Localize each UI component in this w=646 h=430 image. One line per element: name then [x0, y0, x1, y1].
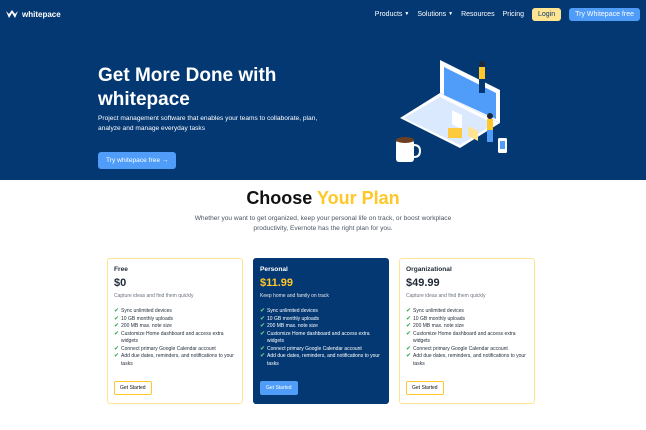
feature-text: Connect primary Google Calendar account: [121, 345, 216, 352]
check-icon: ✔: [406, 315, 412, 322]
plan-name: Organizational: [406, 266, 452, 273]
plan-price: $11.99: [260, 277, 294, 289]
feature-text: 200 MB max. note size: [121, 323, 172, 329]
hero-title: Get More Done with whitepace: [98, 65, 277, 110]
feature-text: 10 GB monthly uploads: [413, 315, 466, 322]
feature-list: ✔ Sync unlimited devices ✔ 10 GB monthly u…: [406, 308, 528, 368]
brand-name: whitepace: [22, 9, 61, 19]
list-item: ✔ Add due dates, reminders, and notificat…: [406, 353, 528, 368]
nav-resources[interactable]: Resources: [461, 11, 494, 18]
feature-text: Sync unlimited devices: [121, 308, 172, 314]
list-item: ✔ 200 MB max. note size: [114, 323, 236, 331]
check-icon: ✔: [260, 353, 266, 359]
feature-text: Sync unlimited devices: [413, 308, 464, 314]
check-icon: ✔: [406, 323, 412, 329]
feature-list: ✔ Sync unlimited devices ✔ 10 GB monthly u…: [114, 308, 236, 368]
login-button[interactable]: Login: [531, 7, 562, 21]
feature-text: Customize Home dashboard and access extr…: [267, 330, 370, 345]
feature-text: Customize Home dashboard and access extr…: [413, 330, 516, 345]
list-item: ✔ Sync unlimited devices: [260, 308, 382, 316]
feature-text: Add due dates, reminders, and notificati…: [267, 353, 380, 367]
list-item: ✔ Connect primary Google Calendar account: [260, 346, 382, 354]
list-item: ✔ Sync unlimited devices: [114, 308, 236, 316]
chevron-down-icon: ▼: [448, 11, 454, 17]
list-item: ✔ 10 GB monthly uploads: [406, 316, 528, 324]
nav-products-label: Products: [374, 10, 403, 18]
top-nav: whitepace Products ▼ Solutions ▼ Resourc…: [0, 0, 646, 28]
nav-pricing-label: Pricing: [502, 10, 524, 18]
plan-price: $0: [114, 277, 127, 289]
plans-title-accent: Your Plan: [317, 188, 400, 208]
plans-title: Choose Your Plan: [0, 188, 646, 209]
feature-text: Connect primary Google Calendar account: [267, 345, 362, 352]
chevron-down-icon: ▼: [404, 11, 410, 17]
plans-title-main: Choose: [246, 188, 317, 208]
check-icon: ✔: [260, 315, 266, 322]
nav-menu: Products ▼ Solutions ▼ Resources Pricing…: [375, 7, 640, 21]
feature-text: Customize Home dashboard and access extr…: [121, 330, 224, 345]
brand-logo[interactable]: whitepace: [6, 9, 61, 19]
list-item: ✔ 10 GB monthly uploads: [260, 316, 382, 324]
plan-name: Free: [114, 266, 128, 273]
feature-text: 200 MB max. note size: [267, 323, 318, 329]
nav-products[interactable]: Products ▼: [375, 11, 410, 18]
check-icon: ✔: [260, 308, 266, 314]
get-started-button[interactable]: Get Started: [406, 381, 444, 395]
check-icon: ✔: [114, 308, 120, 314]
hero-description: Project management software that enables…: [98, 115, 318, 132]
feature-list: ✔ Sync unlimited devices ✔ 10 GB monthly u…: [260, 308, 382, 368]
list-item: ✔ Add due dates, reminders, and notificat…: [260, 353, 382, 368]
list-item: ✔ Add due dates, reminders, and notificat…: [114, 353, 236, 368]
check-icon: ✔: [114, 353, 120, 359]
check-icon: ✔: [260, 345, 266, 352]
hero-section: Get More Done with whitepace Project man…: [0, 28, 646, 180]
get-started-button[interactable]: Get Started: [260, 381, 298, 395]
list-item: ✔ Customize Home dashboard and access ext…: [114, 331, 236, 346]
try-free-nav-button[interactable]: Try Whitepace free: [569, 7, 640, 21]
get-started-button[interactable]: Get Started: [114, 381, 152, 395]
plan-price: $49.99: [406, 277, 440, 289]
plans-subtitle: Whether you want to get organized, keep …: [194, 215, 452, 232]
feature-text: 200 MB max. note size: [413, 323, 464, 329]
list-item: ✔ Connect primary Google Calendar account: [114, 346, 236, 354]
list-item: ✔ 200 MB max. note size: [260, 323, 382, 331]
check-icon: ✔: [406, 330, 412, 337]
feature-text: 10 GB monthly uploads: [121, 315, 174, 322]
check-icon: ✔: [406, 353, 412, 359]
plan-description: Capture ideas and find them quickly: [114, 293, 194, 299]
plan-card-personal: Personal $11.99 Keep home and family on …: [253, 258, 389, 404]
check-icon: ✔: [260, 330, 266, 337]
feature-text: Add due dates, reminders, and notificati…: [121, 353, 234, 367]
nav-solutions-label: Solutions: [417, 10, 447, 18]
check-icon: ✔: [406, 345, 412, 352]
whitepace-logo-icon: [6, 9, 18, 18]
list-item: ✔ Customize Home dashboard and access ext…: [406, 331, 528, 346]
feature-text: 10 GB monthly uploads: [267, 315, 320, 322]
plan-description: Capture ideas and find them quickly: [406, 293, 486, 299]
check-icon: ✔: [114, 323, 120, 329]
check-icon: ✔: [114, 345, 120, 352]
plan-card-free: Free $0 Capture ideas and find them quic…: [107, 258, 243, 404]
feature-text: Add due dates, reminders, and notificati…: [413, 353, 526, 367]
list-item: ✔ 10 GB monthly uploads: [114, 316, 236, 324]
check-icon: ✔: [406, 308, 412, 314]
nav-resources-label: Resources: [461, 10, 495, 18]
nav-solutions[interactable]: Solutions ▼: [417, 11, 453, 18]
plan-name: Personal: [260, 266, 288, 273]
nav-pricing[interactable]: Pricing: [503, 11, 524, 18]
feature-text: Sync unlimited devices: [267, 308, 318, 314]
check-icon: ✔: [114, 315, 120, 322]
list-item: ✔ Customize Home dashboard and access ext…: [260, 331, 382, 346]
plan-description: Keep home and family on track: [260, 293, 329, 299]
list-item: ✔ Connect primary Google Calendar account: [406, 346, 528, 354]
hero-illustration: [396, 60, 507, 162]
try-free-hero-button[interactable]: Try whitepace free →: [98, 152, 177, 169]
list-item: ✔ 200 MB max. note size: [406, 323, 528, 331]
check-icon: ✔: [260, 323, 266, 329]
feature-text: Connect primary Google Calendar account: [413, 345, 508, 352]
check-icon: ✔: [114, 330, 120, 337]
list-item: ✔ Sync unlimited devices: [406, 308, 528, 316]
plan-card-organizational: Organizational $49.99 Capture ideas and …: [399, 258, 535, 404]
